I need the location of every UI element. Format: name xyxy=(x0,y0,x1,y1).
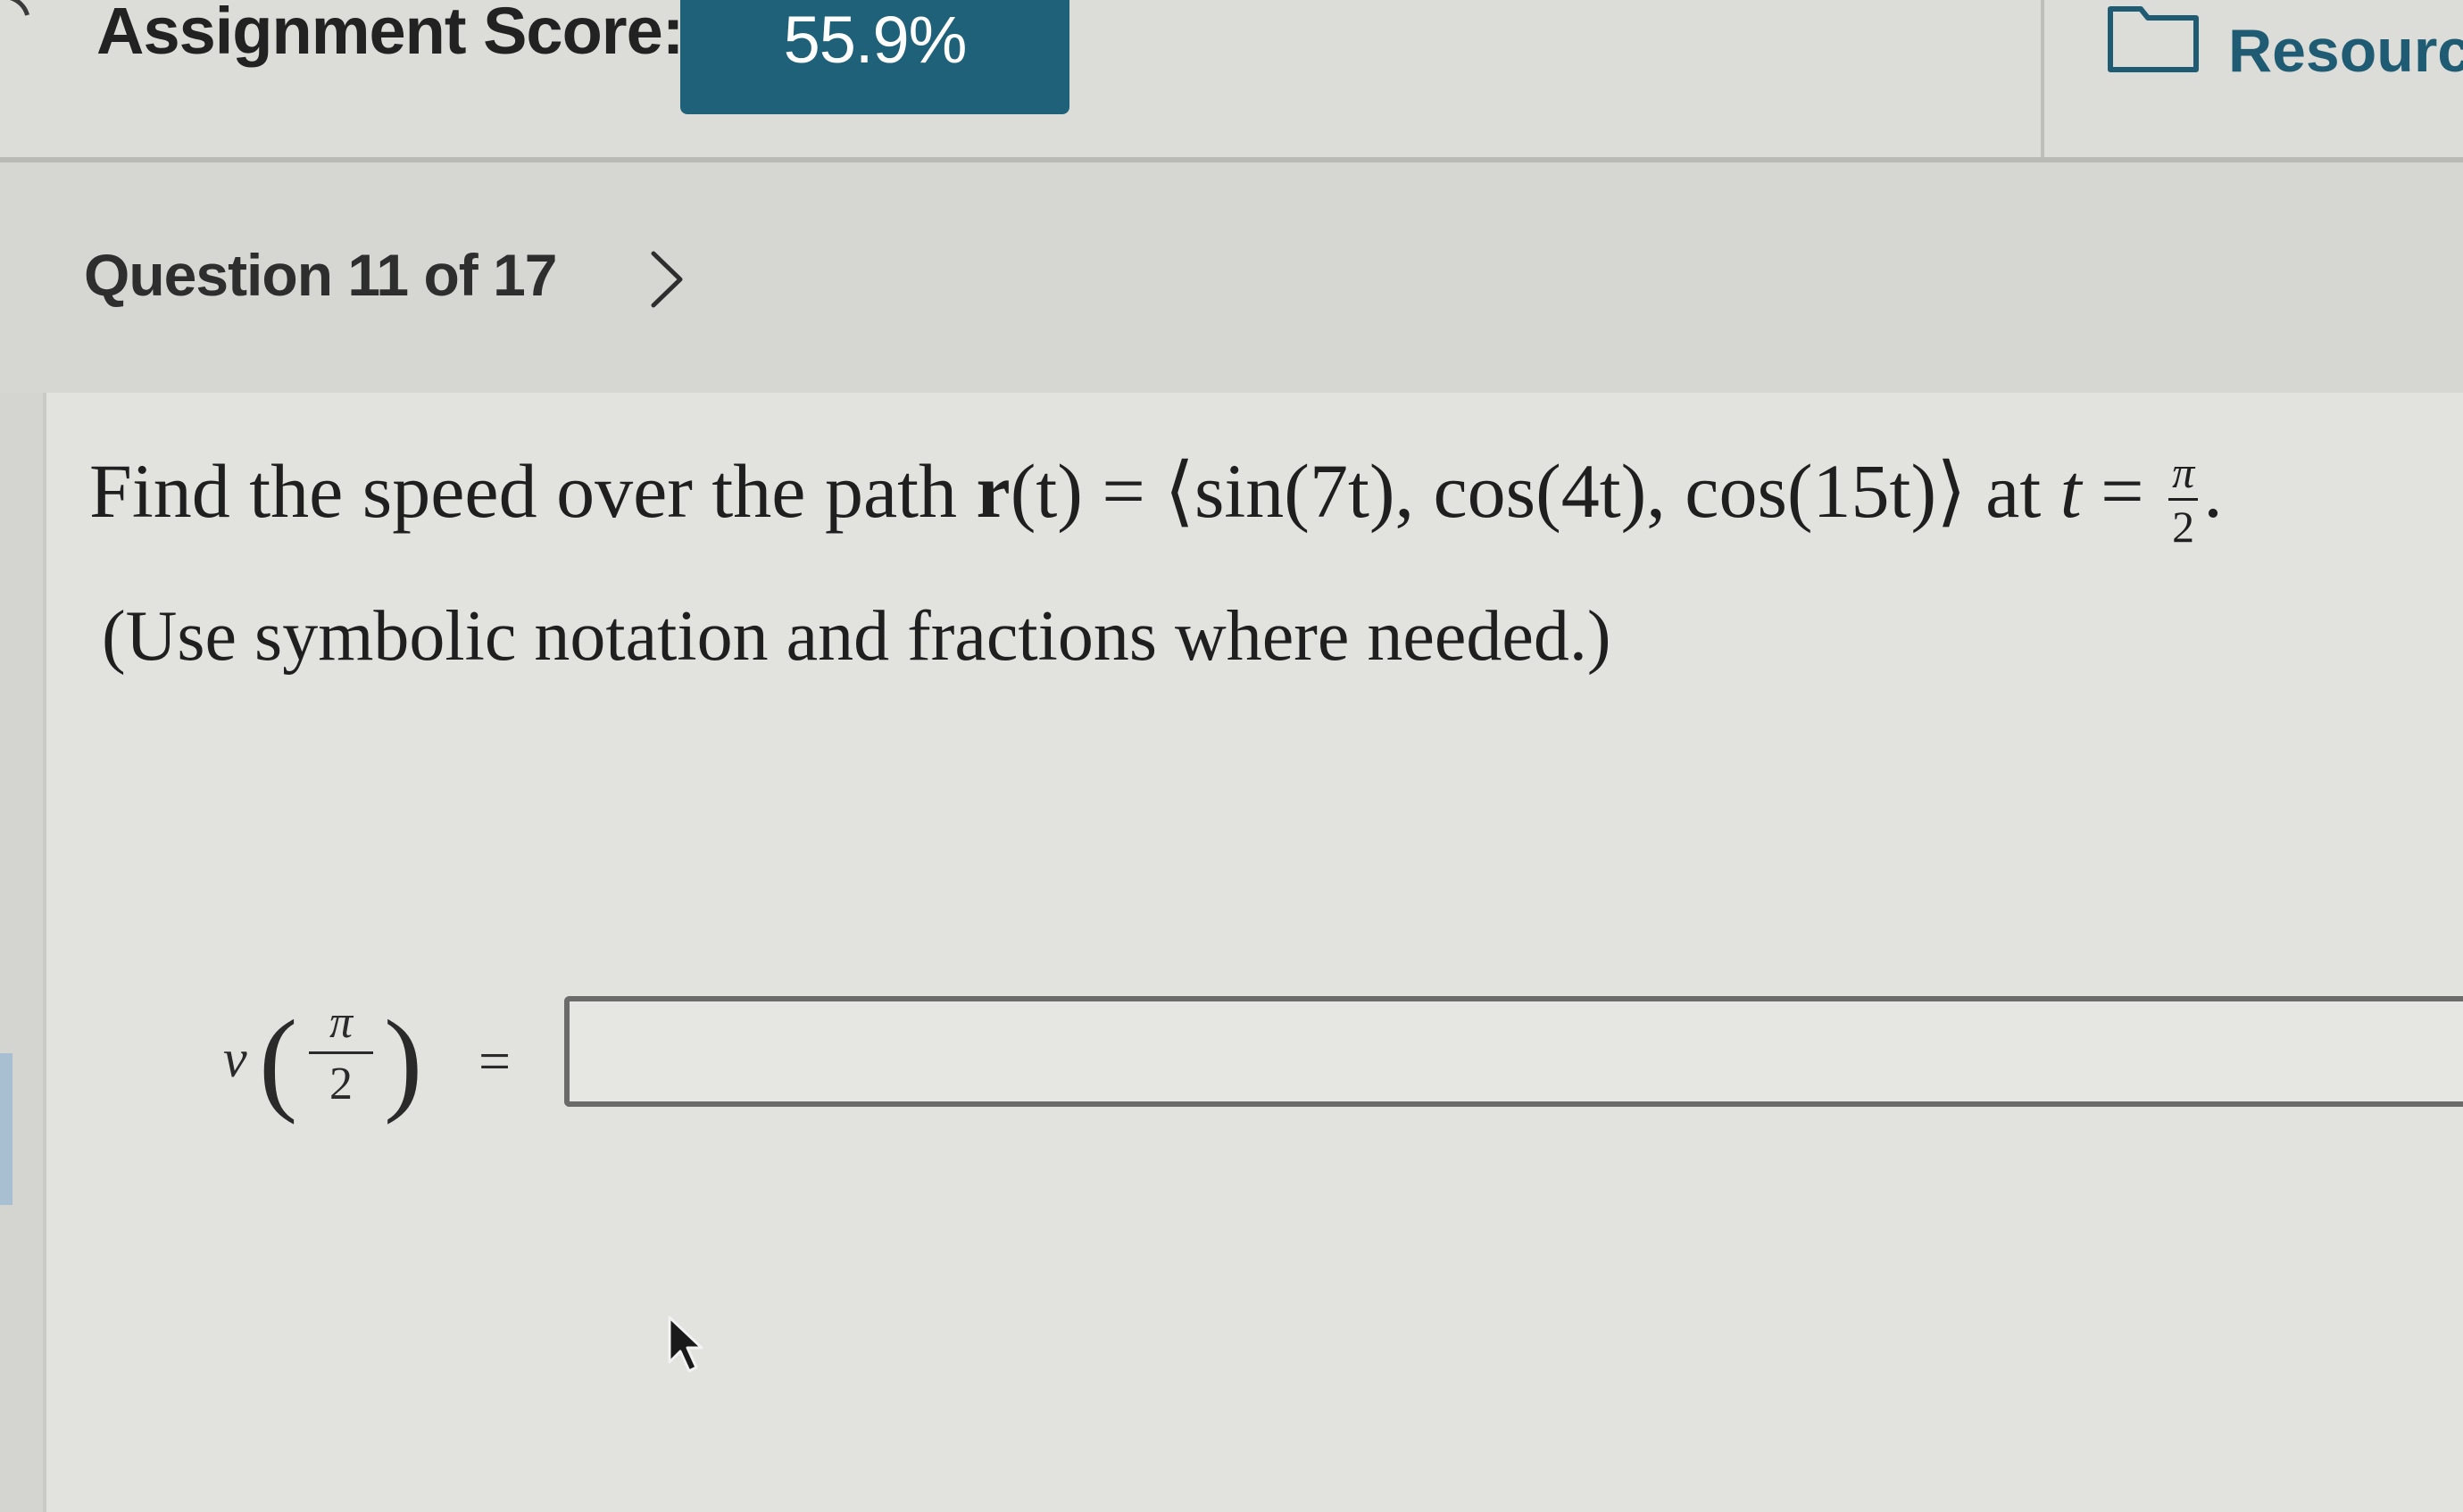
prompt-function: (t) = ⟨sin(7t), cos(4t), cos(15t)⟩ at xyxy=(1010,448,2060,534)
prompt-fraction-denominator: 2 xyxy=(2172,501,2195,552)
left-accent-bar xyxy=(0,1053,12,1205)
answer-label: v ( π 2 ) = xyxy=(223,989,562,1126)
question-prompt: Find the speed over the path r(t) = ⟨sin… xyxy=(89,446,2223,549)
answer-label-variable: v xyxy=(223,1029,247,1088)
question-nav-bar: Question 11 of 17 xyxy=(0,162,2463,393)
folder-icon xyxy=(2108,6,2199,72)
score-badge: 55.9% xyxy=(680,0,1069,114)
back-icon[interactable] xyxy=(0,0,40,58)
mouse-pointer-icon xyxy=(668,1316,703,1373)
answer-label-fraction: π 2 xyxy=(309,1000,373,1108)
prompt-vector: r xyxy=(976,448,1011,534)
prompt-fraction-numerator: π xyxy=(2168,450,2199,501)
header-bar: Assignment Score: 55.9% Resource xyxy=(0,0,2463,162)
prompt-variable: t xyxy=(2059,448,2082,534)
answer-label-open-paren: ( xyxy=(259,997,298,1126)
answer-fraction-numerator: π xyxy=(309,1000,373,1054)
resources-button[interactable]: Resource xyxy=(2107,0,2463,98)
left-margin xyxy=(0,393,43,1512)
answer-label-close-paren: ) xyxy=(384,997,423,1126)
prompt-text-start: Find the speed over the path xyxy=(89,448,977,534)
answer-input[interactable] xyxy=(564,996,2463,1107)
answer-fraction-denominator: 2 xyxy=(329,1059,353,1109)
score-value: 55.9% xyxy=(783,2,968,77)
chevron-right-icon[interactable] xyxy=(646,248,687,311)
answer-label-equals: = xyxy=(478,1029,512,1092)
assignment-score-label: Assignment Score: xyxy=(96,0,684,68)
question-counter[interactable]: Question 11 of 17 xyxy=(84,241,557,309)
prompt-fraction: π2 xyxy=(2168,450,2199,552)
prompt-equals: = xyxy=(2081,448,2164,534)
prompt-period: . xyxy=(2203,448,2223,534)
header-divider xyxy=(2041,0,2044,161)
question-panel: Find the speed over the path r(t) = ⟨sin… xyxy=(43,393,2463,1512)
question-hint: (Use symbolic notation and fractions whe… xyxy=(102,597,1611,676)
resources-label: Resource xyxy=(2228,17,2463,85)
